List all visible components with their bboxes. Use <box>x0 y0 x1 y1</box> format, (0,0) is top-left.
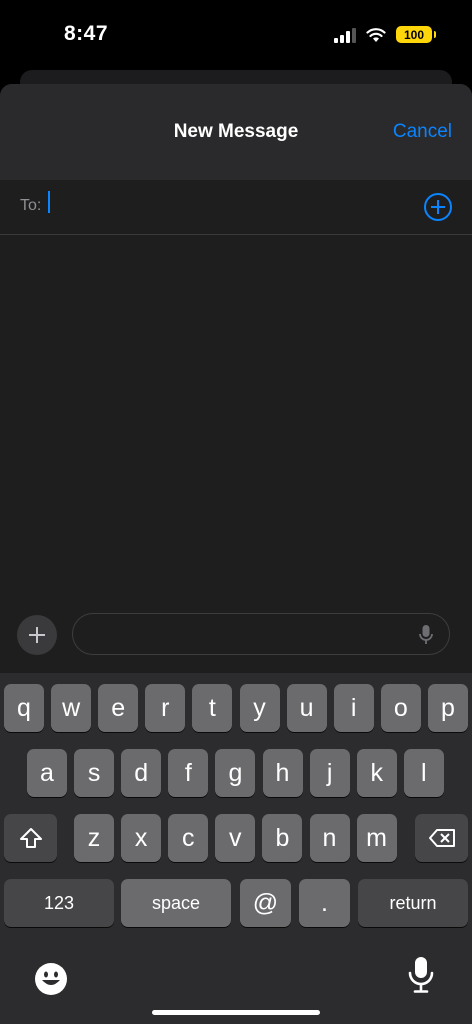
key-b[interactable]: b <box>262 814 303 862</box>
key-l[interactable]: l <box>403 749 444 797</box>
key-a[interactable]: a <box>27 749 67 797</box>
key-p[interactable]: p <box>427 684 468 732</box>
at-key[interactable]: @ <box>240 879 291 927</box>
key-e[interactable]: e <box>98 684 139 732</box>
space-key[interactable]: space <box>121 879 231 927</box>
key-t[interactable]: t <box>192 684 233 732</box>
shift-icon <box>19 828 42 848</box>
key-g[interactable]: g <box>215 749 256 797</box>
key-m[interactable]: m <box>356 814 397 862</box>
key-w[interactable]: w <box>51 684 92 732</box>
key-q[interactable]: q <box>4 684 44 732</box>
text-caret <box>48 191 50 213</box>
key-u[interactable]: u <box>286 684 327 732</box>
key-v[interactable]: v <box>215 814 256 862</box>
key-f[interactable]: f <box>168 749 209 797</box>
key-k[interactable]: k <box>356 749 397 797</box>
wifi-icon <box>366 27 386 42</box>
to-label: To: <box>20 197 42 214</box>
compose-row <box>0 612 472 674</box>
message-input[interactable] <box>72 613 450 655</box>
emoji-icon[interactable] <box>34 962 68 996</box>
shift-key[interactable] <box>4 814 57 862</box>
key-h[interactable]: h <box>262 749 303 797</box>
key-r[interactable]: r <box>145 684 186 732</box>
key-z[interactable]: z <box>74 814 114 862</box>
numbers-key[interactable]: 123 <box>4 879 114 927</box>
apps-plus-button[interactable] <box>17 615 57 655</box>
navigation-bar: New Message Cancel <box>0 84 472 180</box>
cellular-signal-icon <box>334 27 356 43</box>
message-area <box>0 235 472 605</box>
key-o[interactable]: o <box>380 684 421 732</box>
home-indicator[interactable] <box>152 1010 320 1015</box>
key-s[interactable]: s <box>74 749 115 797</box>
return-key[interactable]: return <box>358 879 468 927</box>
dot-key[interactable]: . <box>299 879 350 927</box>
status-icons: 100 <box>334 26 436 43</box>
dictation-icon[interactable] <box>408 956 434 994</box>
status-time: 8:47 <box>64 22 109 45</box>
key-i[interactable]: i <box>333 684 374 732</box>
microphone-icon[interactable] <box>419 624 433 646</box>
recipient-input[interactable] <box>47 191 387 221</box>
keyboard: 123 space @ . return qwertyuiop asdfghjkl… <box>0 673 472 1024</box>
cancel-button[interactable]: Cancel <box>393 121 452 143</box>
recipient-row: To: <box>0 180 472 235</box>
key-y[interactable]: y <box>239 684 280 732</box>
key-n[interactable]: n <box>309 814 350 862</box>
delete-key[interactable] <box>415 814 468 862</box>
add-contact-button[interactable] <box>424 193 452 221</box>
status-bar: 8:47 100 <box>0 0 472 70</box>
key-c[interactable]: c <box>168 814 209 862</box>
battery-indicator: 100 <box>396 26 436 43</box>
backspace-icon <box>428 829 455 847</box>
key-d[interactable]: d <box>121 749 162 797</box>
key-j[interactable]: j <box>309 749 350 797</box>
key-x[interactable]: x <box>121 814 162 862</box>
